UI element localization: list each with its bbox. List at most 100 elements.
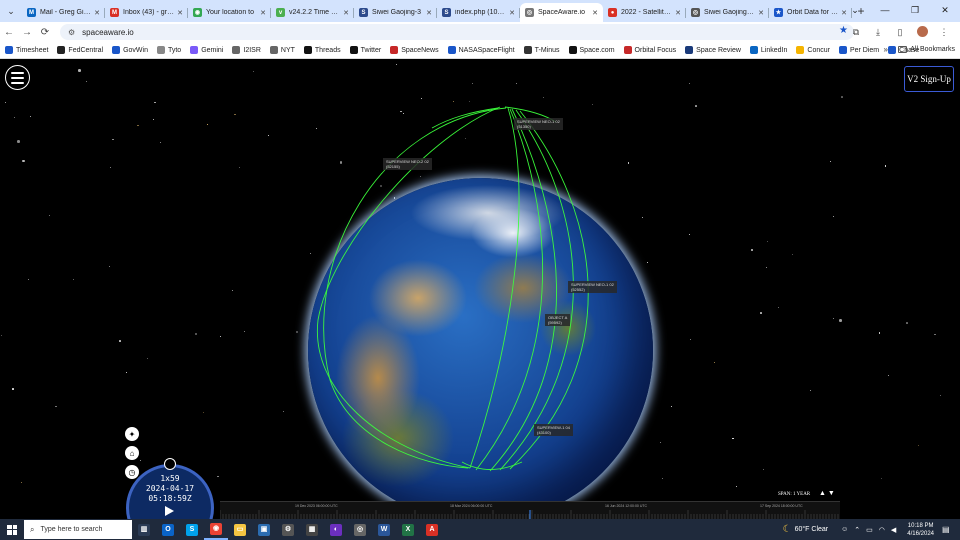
browser-menu-icon[interactable]: ⋮ [936, 27, 952, 38]
taskbar-app-excel[interactable]: X [396, 519, 420, 540]
bookmark-item[interactable]: Tyto [156, 46, 181, 54]
back-button[interactable]: ← [0, 27, 18, 38]
satellite-label[interactable]: SUPERVIEW NEO-1 02 (52552) [568, 281, 617, 293]
tab-8[interactable]: ◎ Siwei Gaojing 3-0 ✕ [686, 3, 769, 22]
satellite-label[interactable]: SUPERVIEW-1 04 (43100) [534, 424, 573, 436]
extensions-icon[interactable]: ⧉ [848, 27, 864, 38]
close-tab-icon[interactable]: ✕ [94, 9, 100, 17]
close-tab-icon[interactable]: ✕ [426, 9, 432, 17]
tab-favicon-icon: ◎ [525, 8, 534, 17]
bookmarks-bar: Timesheet FedCentral GovWin Tyto Gemini I2ISR… [0, 42, 960, 59]
satellite-label[interactable]: SUPERVIEW NEO-1 02 (51350) [514, 118, 563, 130]
volume-icon[interactable]: ◀ [891, 526, 896, 534]
tab-list-icon[interactable]: ⌄ [840, 0, 870, 22]
bookmark-item[interactable]: Twitter [349, 46, 381, 54]
close-tab-icon[interactable]: ✕ [592, 9, 598, 17]
wifi-icon[interactable]: ◠ [879, 526, 885, 534]
taskbar-app-outlook[interactable]: O [156, 519, 180, 540]
taskbar-app-browser[interactable]: ◎ [348, 519, 372, 540]
tab-3[interactable]: v v24.2.2 Time — T ✕ [271, 3, 354, 22]
taskbar-app-task-view[interactable]: ▥ [132, 519, 156, 540]
bookmark-item[interactable]: Concur [796, 46, 830, 54]
taskbar-app-calculator[interactable]: ▦ [300, 519, 324, 540]
signup-button[interactable]: V2 Sign-Up [904, 66, 954, 92]
close-tab-icon[interactable]: ✕ [509, 9, 515, 17]
maximize-button[interactable]: ❐ [900, 0, 930, 22]
tab-search-button[interactable]: ⌄ [0, 0, 22, 22]
menu-bar [11, 71, 24, 74]
tab-title: Siwei Gaojing-3 [372, 9, 422, 16]
taskbar-app-acrobat[interactable]: A [420, 519, 444, 540]
timeline-bar[interactable]: 19 Dec 2023 06:00:00 UTC 18 Mar 2024 06:… [220, 501, 840, 519]
taskbar-app-chrome[interactable]: ◉ [204, 519, 228, 540]
forward-button[interactable]: → [18, 27, 36, 38]
downloads-icon[interactable]: ⤓ [870, 27, 886, 38]
satellite-label[interactable]: SUPERVIEW NEO-2 02 (52155) [383, 158, 432, 170]
close-tab-icon[interactable]: ✕ [260, 9, 266, 17]
satellite-label[interactable]: OBJECT A (59592) [545, 314, 571, 326]
tab-1[interactable]: M Inbox (43) - greg ✕ [105, 3, 188, 22]
bookmark-item[interactable]: SpaceNews [390, 46, 439, 54]
time-dial-knob[interactable] [164, 458, 176, 470]
bookmark-item[interactable]: T-Minus [523, 46, 560, 54]
bookmark-item[interactable]: Timesheet [5, 46, 48, 54]
bookmark-item[interactable]: Gemini [190, 46, 223, 54]
people-icon[interactable]: ☺ [841, 526, 848, 534]
show-hidden-icon[interactable]: ⌃ [854, 526, 860, 534]
url-input[interactable]: ⚙ spaceaware.io ★ [60, 24, 854, 40]
taskbar-app-skype[interactable]: S [180, 519, 204, 540]
close-tab-icon[interactable]: ✕ [343, 9, 349, 17]
all-bookmarks-button[interactable]: All Bookmarks [898, 46, 955, 53]
tab-0[interactable]: M Mail - Greg Gilling ✕ [22, 3, 105, 22]
side-panel-icon[interactable]: ▯ [892, 27, 908, 38]
taskbar-app-file-explorer[interactable]: ▭ [228, 519, 252, 540]
close-tab-icon[interactable]: ✕ [675, 9, 681, 17]
span-down-icon[interactable]: ▼ [828, 490, 835, 497]
start-button[interactable] [0, 519, 24, 540]
notifications-icon[interactable]: ▤ [942, 525, 956, 534]
satellite-icon[interactable]: ✦ [125, 427, 139, 441]
bookmark-favicon-icon [838, 46, 847, 54]
bookmark-item[interactable]: NYT [269, 46, 295, 54]
bookmark-item[interactable]: Space.com [568, 46, 615, 54]
span-up-icon[interactable]: ▲ [819, 490, 826, 497]
reload-button[interactable]: ⟳ [36, 27, 54, 38]
network-icon[interactable]: ▭ [866, 526, 873, 534]
close-window-button[interactable]: ✕ [930, 0, 960, 22]
tab-5[interactable]: Sindex.php (1080- ✕ [437, 3, 520, 22]
folder-icon [898, 46, 908, 53]
taskbar-app-photos[interactable]: ▣ [252, 519, 276, 540]
hamburger-menu-button[interactable] [5, 65, 30, 90]
taskbar-app-settings[interactable]: ⚙ [276, 519, 300, 540]
globe-viewport[interactable]: SUPERVIEW NEO-1 02 (51350) SUPERVIEW NEO… [0, 60, 960, 519]
bookmark-item[interactable]: Threads [303, 46, 341, 54]
bookmark-item[interactable]: NASASpaceFlight [447, 46, 515, 54]
minimize-button[interactable]: — [870, 0, 900, 22]
profile-avatar[interactable] [914, 25, 930, 39]
site-info-icon[interactable]: ⚙ [68, 28, 75, 37]
taskbar-search-input[interactable]: ⌕ Type here to search [24, 520, 132, 539]
play-button[interactable] [165, 506, 174, 516]
bookmark-item[interactable]: LinkedIn [749, 46, 787, 54]
bookmark-item[interactable]: I2ISR [232, 46, 261, 54]
tab-6[interactable]: ◎ SpaceAware.io ✕ [520, 3, 603, 22]
bookmark-favicon-icon [390, 46, 399, 54]
windows-logo-icon [7, 524, 17, 535]
close-tab-icon[interactable]: ✕ [177, 9, 183, 17]
bookmark-item[interactable]: Per Diem [838, 46, 879, 54]
weather-text: 60°F Clear [794, 526, 829, 533]
taskbar-app-word[interactable]: W [372, 519, 396, 540]
tab-7[interactable]: ● 2022 - Satellite & ✕ [603, 3, 686, 22]
bookmark-item[interactable]: FedCentral [57, 46, 103, 54]
close-tab-icon[interactable]: ✕ [758, 9, 764, 17]
bookmark-item[interactable]: Space Review [685, 46, 741, 54]
bookmark-item[interactable]: Orbital Focus [623, 46, 676, 54]
bookmarks-overflow-button[interactable]: » [884, 45, 888, 54]
home-icon[interactable]: ⌂ [125, 446, 139, 460]
bookmark-item[interactable]: GovWin [112, 46, 148, 54]
tab-2[interactable]: ◉ Your location to ✕ [188, 3, 271, 22]
tab-4[interactable]: S Siwei Gaojing-3 ✕ [354, 3, 437, 22]
taskbar-app-edge[interactable]: ◐ [324, 519, 348, 540]
taskbar-clock[interactable]: 10:18 PM 4/16/2024 [907, 522, 934, 538]
weather-widget[interactable]: ☾ 60°F Clear [783, 524, 829, 535]
